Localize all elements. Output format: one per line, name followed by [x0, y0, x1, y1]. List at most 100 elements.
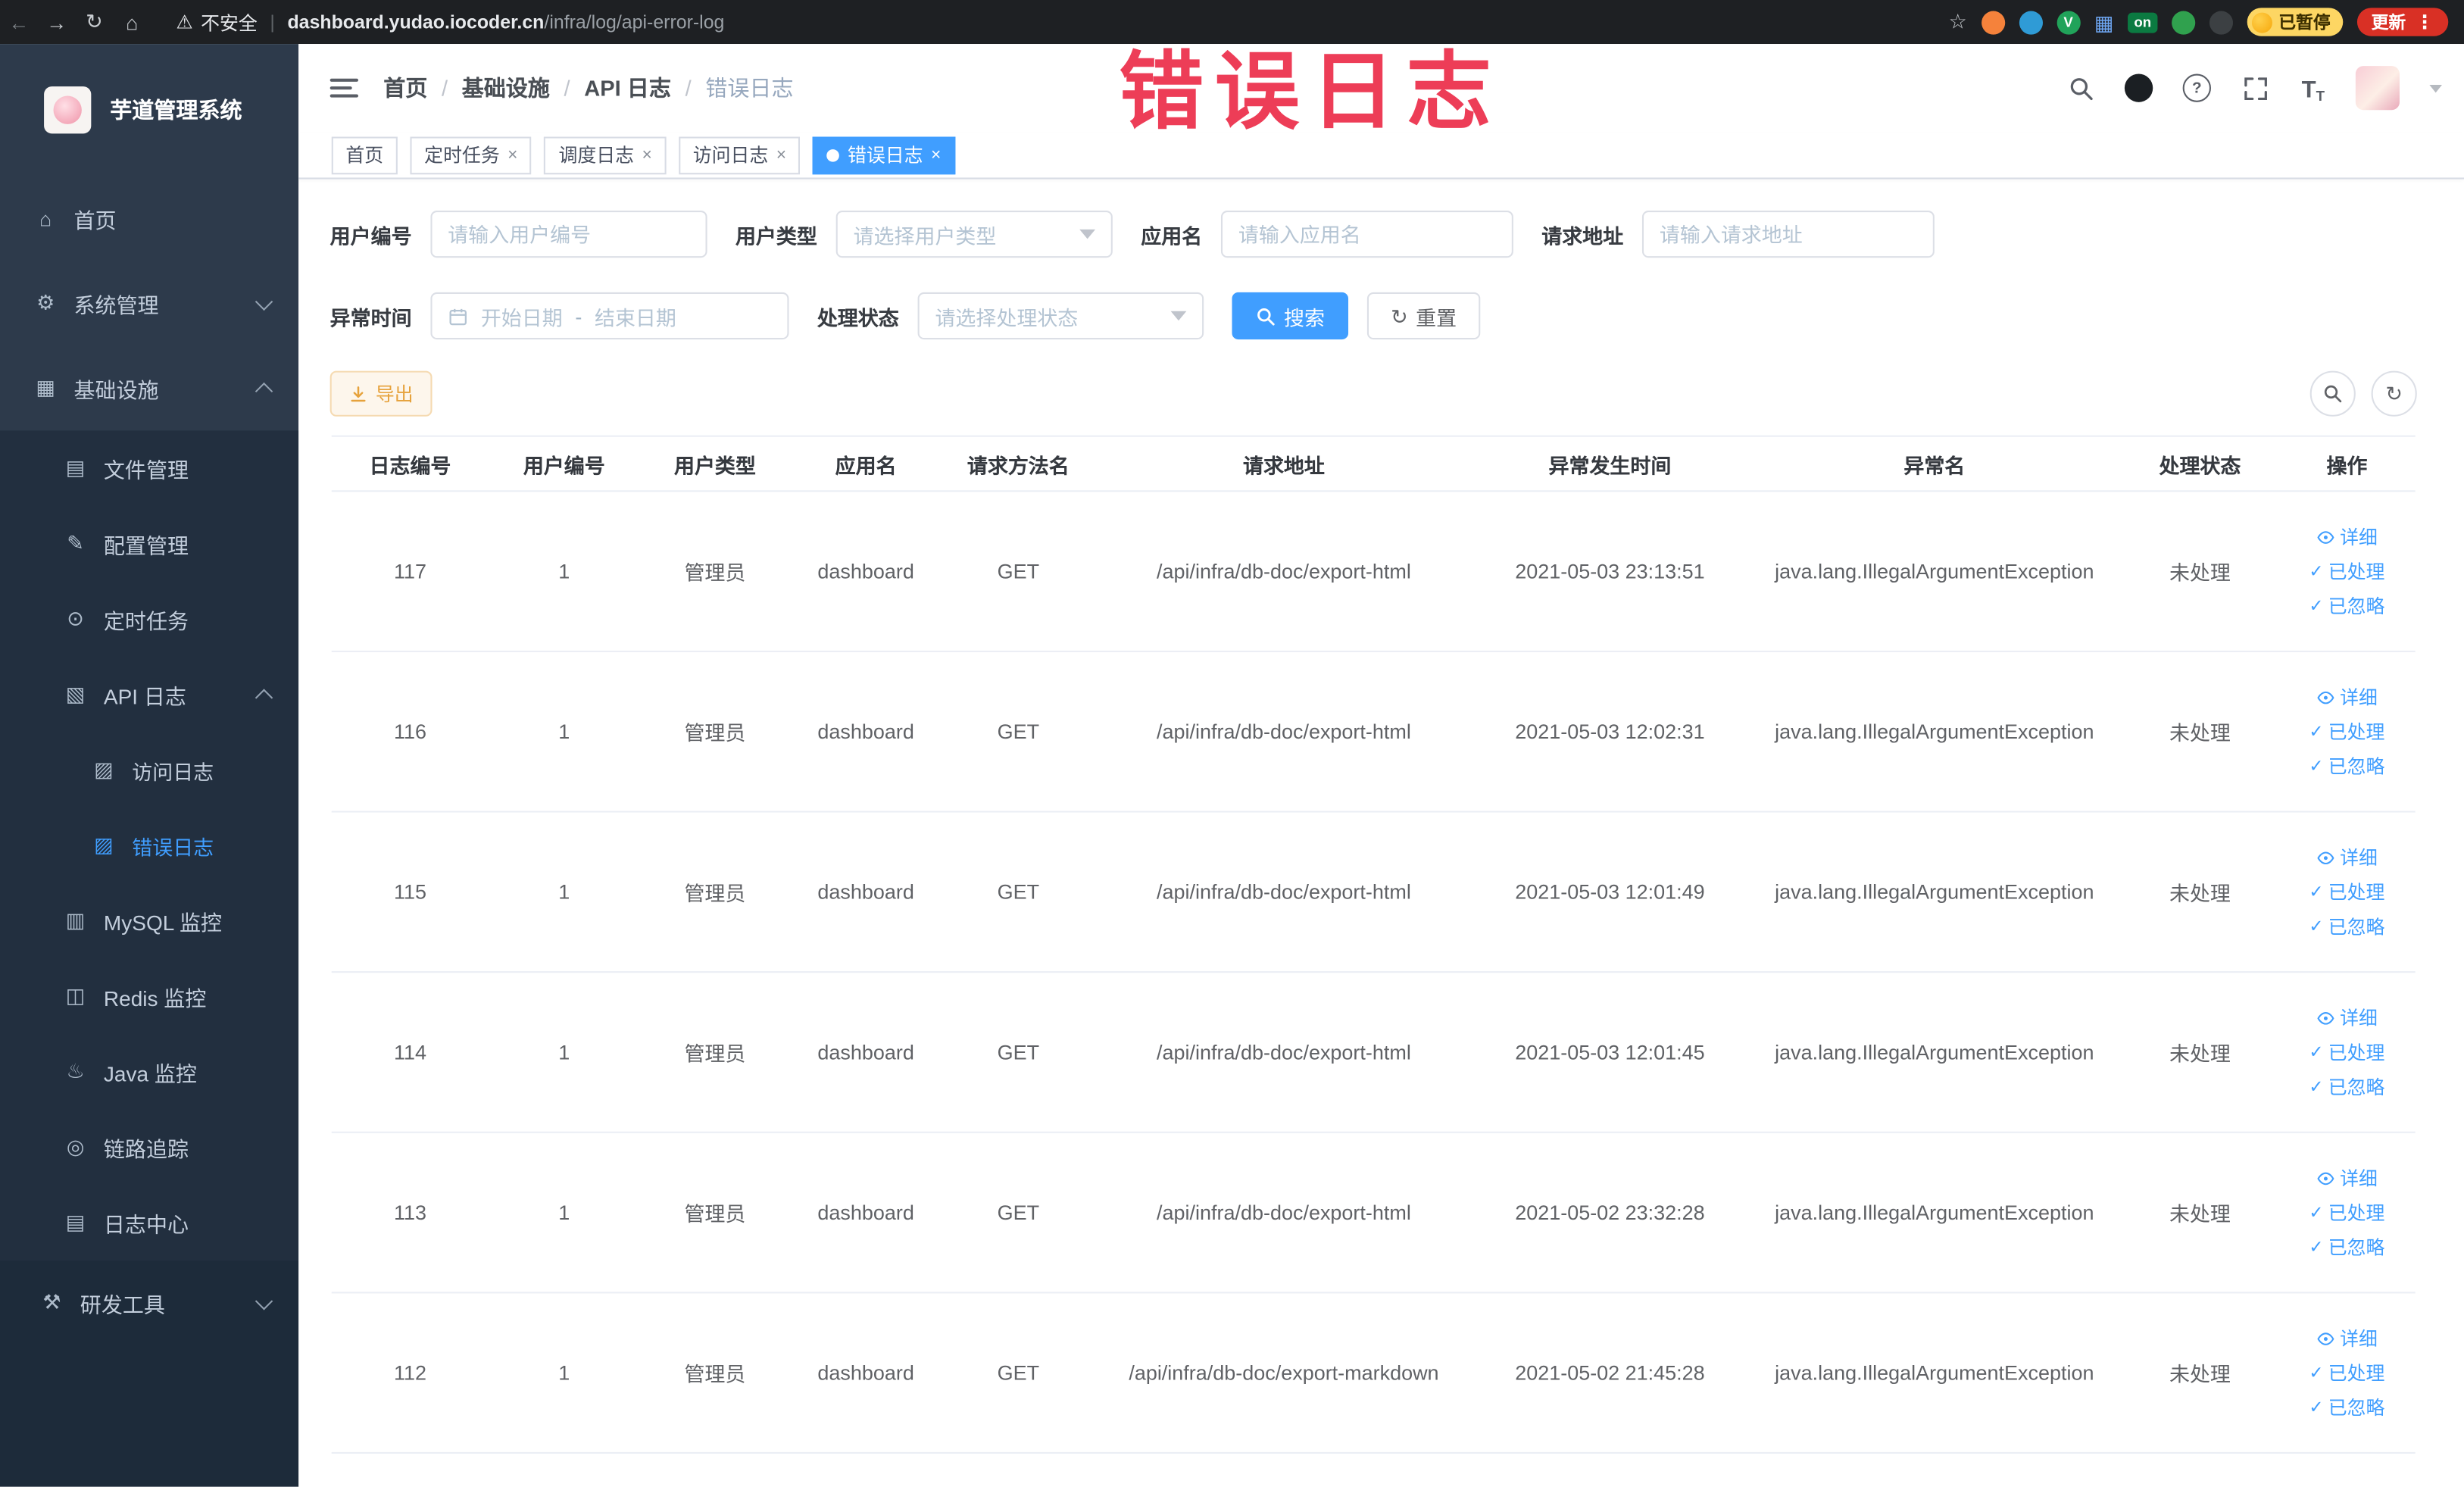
ignore-link[interactable]: ✓ 已忽略 [2309, 1073, 2384, 1101]
request-url-input[interactable] [1642, 210, 1935, 258]
sidebar-logo[interactable]: 芋道管理系统 [0, 44, 298, 176]
processed-link[interactable]: ✓ 已处理 [2309, 557, 2384, 585]
export-button[interactable]: 导出 [329, 370, 433, 417]
tab-access-log[interactable]: 访问日志 × [679, 136, 801, 174]
sidebar-item-access-log[interactable]: ▨ 访问日志 [0, 733, 298, 808]
close-icon[interactable]: × [776, 145, 786, 164]
user-avatar[interactable] [2355, 66, 2400, 111]
close-icon[interactable]: × [642, 145, 651, 164]
reset-button[interactable]: ↻ 重置 [1367, 292, 1481, 340]
check-icon: ✓ [2309, 1237, 2324, 1257]
close-icon[interactable]: × [507, 145, 517, 164]
ignore-link[interactable]: ✓ 已忽略 [2309, 752, 2384, 780]
refresh-table-button[interactable]: ↻ [2371, 370, 2417, 417]
extension-icon-green-v[interactable]: V [2056, 10, 2081, 34]
cell-user-id: 1 [558, 559, 570, 583]
detail-link[interactable]: 详细 [2316, 1164, 2378, 1192]
user-id-input[interactable] [430, 210, 707, 258]
tab-label: 定时任务 [424, 144, 500, 167]
browser-back-icon[interactable]: ← [0, 10, 38, 33]
address-bar[interactable]: dashboard.yudao.iocoder.cn/infra/log/api… [287, 11, 724, 33]
extension-icon-on-badge[interactable]: on [2128, 11, 2158, 33]
ignore-link[interactable]: ✓ 已忽略 [2309, 1393, 2384, 1421]
breadcrumb-item[interactable]: 首页 [383, 72, 427, 103]
browser-reload-icon[interactable]: ↻ [76, 9, 114, 34]
browser-home-icon[interactable]: ⌂ [113, 10, 151, 33]
bookmark-star-icon[interactable]: ☆ [1949, 9, 1967, 34]
extension-icon-orange[interactable] [1981, 10, 2005, 34]
profile-paused-badge[interactable]: 已暂停 [2247, 8, 2344, 36]
search-button[interactable]: 搜索 [1232, 292, 1349, 340]
cell-actions: 详细 ✓ 已处理 ✓ 已忽略 [2278, 683, 2415, 780]
sidebar-item-home[interactable]: ⌂ 首页 [0, 176, 298, 261]
sidebar-item-file-manage[interactable]: ▤ 文件管理 [0, 430, 298, 506]
processed-link[interactable]: ✓ 已处理 [2309, 1359, 2384, 1387]
app-name-input[interactable] [1221, 210, 1513, 258]
sidebar-item-trace[interactable]: ◎ 链路追踪 [0, 1110, 298, 1186]
sidebar-item-error-log[interactable]: ▨ 错误日志 [0, 808, 298, 883]
browser-update-button[interactable]: 更新 ⋮ [2356, 8, 2449, 36]
cell-process-status: 未处理 [2169, 721, 2231, 745]
home-icon: ⌂ [39, 206, 52, 230]
toggle-search-button[interactable] [2309, 370, 2356, 417]
sidebar-item-config-manage[interactable]: ✎ 配置管理 [0, 506, 298, 582]
cell-user-type: 管理员 [684, 721, 746, 745]
download-icon [351, 386, 366, 401]
extension-icon-blue-drop[interactable] [2019, 10, 2043, 34]
processed-link[interactable]: ✓ 已处理 [2309, 878, 2384, 906]
sidebar-toggle-icon[interactable] [329, 78, 361, 98]
user-type-select[interactable]: 请选择用户类型 [835, 210, 1113, 258]
tab-scheduled-job[interactable]: 定时任务 × [410, 136, 532, 174]
extension-icon-green-leaf[interactable] [2172, 10, 2196, 34]
sidebar-item-devtools[interactable]: ⚒ 研发工具 [0, 1261, 298, 1345]
ignore-link[interactable]: ✓ 已忽略 [2309, 912, 2384, 940]
date-range-picker[interactable]: 开始日期 - 结束日期 [430, 292, 789, 340]
detail-link[interactable]: 详细 [2316, 1004, 2378, 1032]
sidebar-item-mysql-monitor[interactable]: ▥ MySQL 监控 [0, 883, 298, 959]
browser-forward-icon[interactable]: → [38, 10, 76, 33]
sidebar-item-infra[interactable]: ▦ 基础设施 [0, 345, 298, 430]
column-header: 请求地址 [1242, 453, 1325, 477]
extension-icon-dark[interactable] [2209, 10, 2234, 34]
tab-error-log[interactable]: 错误日志 × [813, 136, 956, 174]
ignore-link[interactable]: ✓ 已忽略 [2309, 592, 2384, 620]
process-status-select[interactable]: 请选择处理状态 [917, 292, 1204, 340]
processed-link[interactable]: ✓ 已处理 [2309, 1198, 2384, 1226]
sidebar-item-system[interactable]: ⚙ 系统管理 [0, 261, 298, 345]
sidebar-item-api-log[interactable]: ▧ API 日志 [0, 657, 298, 733]
security-chip[interactable]: ⚠ 不安全 [176, 8, 257, 35]
sidebar-item-scheduled-job[interactable]: ⊙ 定时任务 [0, 582, 298, 658]
tab-job-log[interactable]: 调度日志 × [544, 136, 667, 174]
detail-link[interactable]: 详细 [2316, 683, 2378, 711]
select-placeholder: 请选择处理状态 [935, 305, 1079, 330]
search-icon[interactable] [2065, 72, 2096, 103]
detail-link[interactable]: 详细 [2316, 1324, 2378, 1352]
filter-request-url: 请求地址 [1541, 210, 1935, 258]
app-name-label: 应用名 [1141, 223, 1203, 248]
avatar-caret-icon[interactable] [2429, 83, 2442, 92]
cell-process-status: 未处理 [2169, 561, 2231, 585]
tab-home[interactable]: 首页 [331, 136, 398, 174]
detail-link[interactable]: 详细 [2316, 523, 2378, 551]
ignore-label: 已忽略 [2328, 1396, 2385, 1419]
sidebar-item-label: 配置管理 [103, 534, 189, 558]
font-size-icon[interactable]: TT [2297, 72, 2328, 104]
help-icon[interactable]: ? [2181, 72, 2213, 103]
processed-link[interactable]: ✓ 已处理 [2309, 1038, 2384, 1066]
github-icon[interactable] [2123, 72, 2154, 103]
filter-exception-time: 异常时间 开始日期 - 结束日期 [330, 292, 789, 340]
sidebar-item-java-monitor[interactable]: ♨ Java 监控 [0, 1034, 298, 1110]
extension-icon-blue-grid[interactable]: ▦ [2094, 12, 2114, 33]
database-icon: ▥ [65, 908, 86, 932]
detail-link[interactable]: 详细 [2316, 843, 2378, 871]
ignore-link[interactable]: ✓ 已忽略 [2309, 1233, 2384, 1261]
sidebar-item-log-center[interactable]: ▤ 日志中心 [0, 1185, 298, 1261]
close-icon[interactable]: × [931, 145, 941, 164]
breadcrumb-item[interactable]: 基础设施 [462, 72, 550, 103]
browser-menu-icon[interactable]: ⋮ [2416, 11, 2434, 33]
eye-icon [2317, 690, 2334, 704]
breadcrumb-item[interactable]: API 日志 [584, 72, 671, 103]
sidebar-item-redis-monitor[interactable]: ◫ Redis 监控 [0, 959, 298, 1035]
processed-link[interactable]: ✓ 已处理 [2309, 717, 2384, 745]
fullscreen-icon[interactable] [2239, 72, 2270, 103]
